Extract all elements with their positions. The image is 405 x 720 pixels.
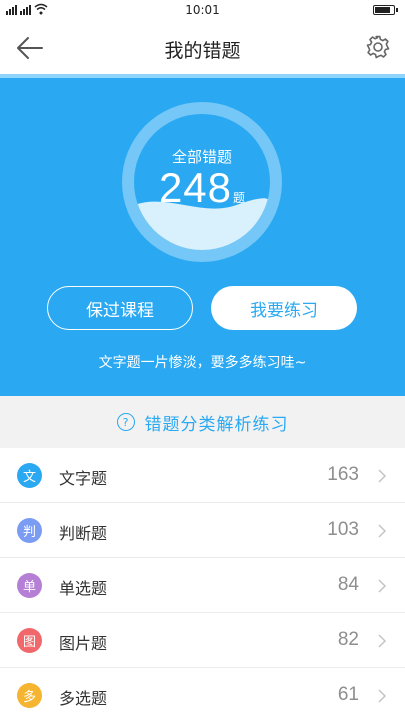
battery-icon bbox=[373, 5, 398, 15]
category-label: 图片题 bbox=[59, 634, 108, 653]
list-item[interactable]: 多 多选题 61 bbox=[0, 668, 405, 720]
course-button[interactable]: 保过课程 bbox=[47, 286, 193, 330]
category-count: 163 bbox=[327, 464, 359, 485]
section-header[interactable]: ? 错题分类解析练习 bbox=[0, 396, 405, 448]
category-label: 文字题 bbox=[59, 469, 108, 488]
list-item[interactable]: 单 单选题 84 bbox=[0, 558, 405, 613]
practice-button[interactable]: 我要练习 bbox=[211, 286, 357, 330]
summary-panel: 全部错题 248题 保过课程 我要练习 文字题一片惨淡，要多多练习哇~ bbox=[0, 74, 405, 396]
category-badge-icon: 文 bbox=[17, 463, 42, 488]
category-list: 文 文字题 163 判 判断题 103 单 单选题 84 图 图片题 82 多 … bbox=[0, 448, 405, 720]
chevron-right-icon bbox=[378, 634, 387, 648]
category-badge-icon: 图 bbox=[17, 628, 42, 653]
list-item[interactable]: 图 图片题 82 bbox=[0, 613, 405, 668]
category-count: 103 bbox=[327, 519, 359, 540]
category-label: 多选题 bbox=[59, 689, 108, 708]
status-bar: 10:01 bbox=[0, 0, 405, 22]
category-badge-icon: 多 bbox=[17, 683, 42, 708]
category-label: 判断题 bbox=[59, 524, 108, 543]
chevron-right-icon bbox=[378, 524, 387, 538]
category-count: 61 bbox=[337, 684, 359, 705]
category-badge-icon: 判 bbox=[17, 518, 42, 543]
total-count: 248题 bbox=[122, 164, 282, 212]
chevron-right-icon bbox=[378, 579, 387, 593]
chevron-right-icon bbox=[378, 469, 387, 483]
total-count-number: 248 bbox=[158, 164, 233, 211]
list-item[interactable]: 文 文字题 163 bbox=[0, 448, 405, 503]
status-time: 10:01 bbox=[185, 3, 220, 17]
category-badge-icon: 单 bbox=[17, 573, 42, 598]
encouragement-text: 文字题一片惨淡，要多多练习哇~ bbox=[98, 355, 307, 371]
category-label: 单选题 bbox=[59, 579, 108, 598]
chevron-right-icon bbox=[378, 689, 387, 703]
question-icon: ? bbox=[116, 413, 135, 431]
gear-icon[interactable] bbox=[365, 34, 391, 60]
category-count: 82 bbox=[337, 629, 359, 650]
total-count-unit: 题 bbox=[233, 191, 246, 205]
page-title: 我的错题 bbox=[164, 40, 241, 62]
category-count: 84 bbox=[337, 574, 359, 595]
list-item[interactable]: 判 判断题 103 bbox=[0, 503, 405, 558]
section-title: 错题分类解析练习 bbox=[144, 414, 289, 435]
nav-bar: 我的错题 bbox=[0, 22, 405, 74]
hero-divider bbox=[0, 74, 405, 78]
